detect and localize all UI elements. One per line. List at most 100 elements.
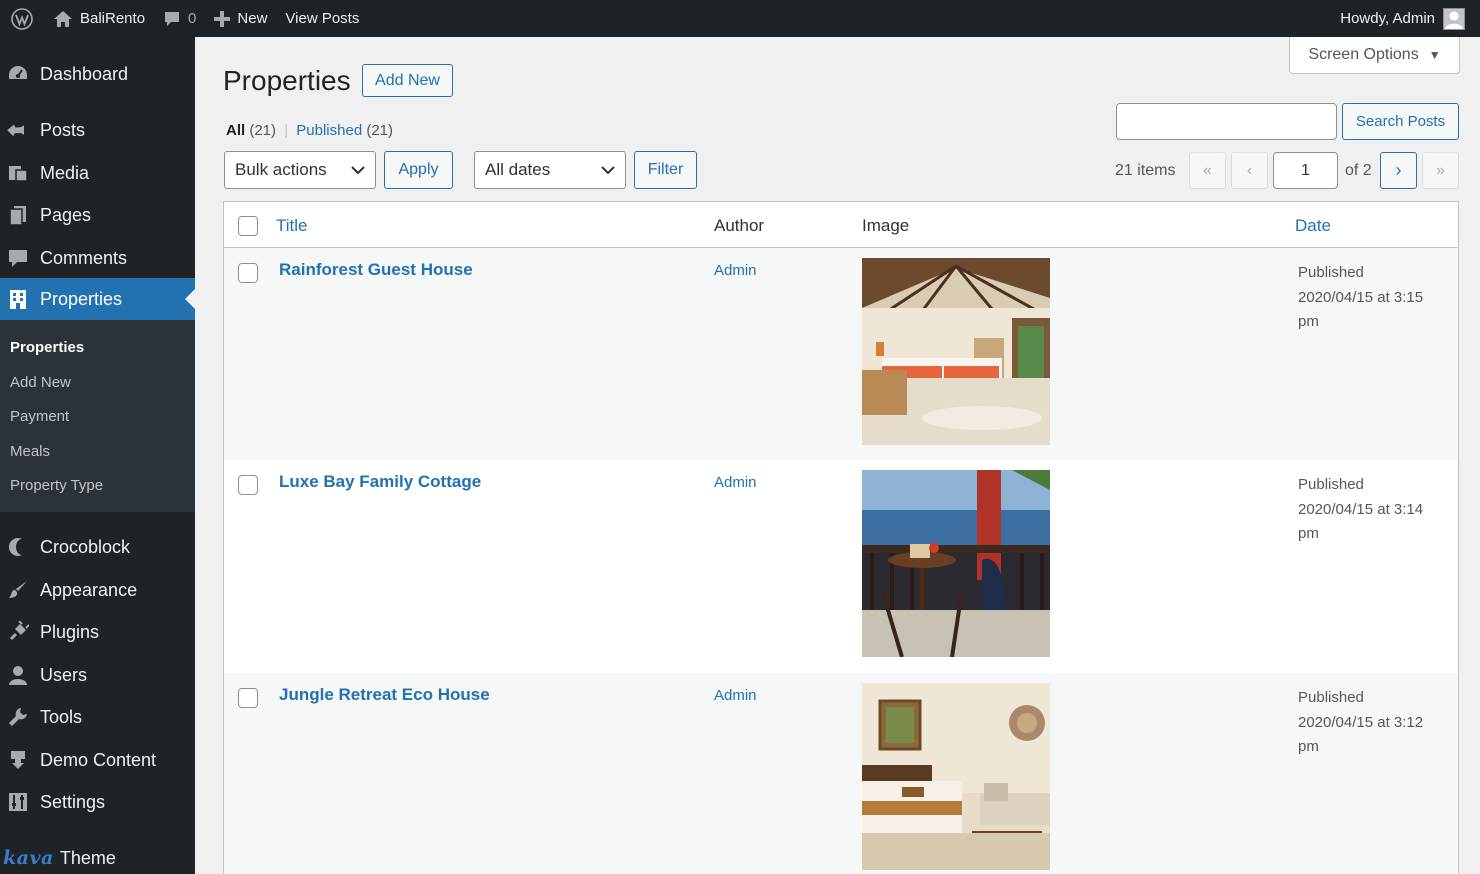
sidebar-item-users[interactable]: Users xyxy=(0,654,195,696)
sidebar-item-tools[interactable]: Tools xyxy=(0,696,195,738)
row-date-suffix: pm xyxy=(1298,738,1319,755)
sidebar-item-label: Posts xyxy=(40,119,86,140)
sidebar-item-label: Tools xyxy=(40,706,83,727)
sidebar-item-theme[interactable]: kava Theme xyxy=(0,837,195,874)
submenu-item-payment[interactable]: Payment xyxy=(10,408,69,425)
row-title-link[interactable]: Rainforest Guest House xyxy=(279,260,473,280)
row-date: Published 2020/04/15 at 3:12 pm xyxy=(1298,686,1448,760)
sidebar-item-appearance[interactable]: Appearance xyxy=(0,569,195,611)
caret-down-icon: ▼ xyxy=(1428,48,1441,62)
crocoblock-icon xyxy=(6,535,30,559)
table-row: Luxe Bay Family Cottage Admin Published … xyxy=(224,460,1458,672)
submenu-item-property-type[interactable]: Property Type xyxy=(10,477,103,494)
dates-select[interactable]: All dates xyxy=(474,151,626,189)
first-page-button: « xyxy=(1189,152,1226,189)
sidebar-item-label: Plugins xyxy=(40,621,100,642)
row-date-suffix: pm xyxy=(1298,525,1319,542)
view-posts-link[interactable]: View Posts xyxy=(276,0,368,37)
plus-icon xyxy=(214,10,231,27)
bulk-actions-select[interactable]: Bulk actions xyxy=(224,151,376,189)
sidebar-item-dashboard[interactable]: Dashboard xyxy=(0,53,195,95)
site-name: BaliRento xyxy=(80,10,146,27)
search-input[interactable] xyxy=(1116,103,1337,140)
last-page-button[interactable]: » xyxy=(1422,152,1459,189)
sidebar-item-label: Crocoblock xyxy=(40,536,131,557)
admin-sidebar: Dashboard Posts Media Pages Comments Pro… xyxy=(0,37,195,874)
properties-submenu: Properties Add New Payment Meals Propert… xyxy=(0,320,195,512)
sidebar-item-label: Media xyxy=(40,162,90,183)
column-date[interactable]: Date xyxy=(1295,216,1331,236)
wordpress-logo-icon[interactable] xyxy=(0,0,44,37)
sidebar-item-demo-content[interactable]: Demo Content xyxy=(0,739,195,781)
dashboard-icon xyxy=(6,62,30,86)
next-page-button[interactable]: › xyxy=(1380,152,1417,189)
row-author-link[interactable]: Admin xyxy=(714,262,757,279)
filter-published-link[interactable]: Published xyxy=(296,122,362,139)
row-checkbox[interactable] xyxy=(238,475,258,495)
view-posts-label: View Posts xyxy=(285,10,360,27)
submenu-item-meals[interactable]: Meals xyxy=(10,443,50,460)
new-content-link[interactable]: New xyxy=(205,0,276,37)
submenu-item-properties[interactable]: Properties xyxy=(10,339,84,356)
bulk-actions-value: Bulk actions xyxy=(235,160,327,179)
sidebar-item-properties[interactable]: Properties xyxy=(0,278,195,320)
row-checkbox[interactable] xyxy=(238,263,258,283)
row-author-link[interactable]: Admin xyxy=(714,474,757,491)
filter-separator: | xyxy=(284,122,289,139)
sidebar-item-media[interactable]: Media xyxy=(0,152,195,194)
wrench-icon xyxy=(6,705,30,729)
add-new-button[interactable]: Add New xyxy=(362,64,453,97)
home-icon xyxy=(53,10,73,28)
sidebar-item-label: Theme xyxy=(59,847,116,868)
suite-photo xyxy=(862,683,1050,870)
row-title-link[interactable]: Jungle Retreat Eco House xyxy=(279,685,490,705)
sidebar-item-plugins[interactable]: Plugins xyxy=(0,611,195,653)
prev-page-button: ‹ xyxy=(1231,152,1268,189)
account-menu[interactable]: Howdy, Admin xyxy=(1331,0,1474,37)
sidebar-item-crocoblock[interactable]: Crocoblock xyxy=(0,526,195,568)
properties-table: Title Author Image Date Rainforest Guest… xyxy=(223,201,1459,874)
column-title[interactable]: Title xyxy=(276,216,308,236)
sidebar-item-label: Appearance xyxy=(40,579,138,600)
filter-all-count: (21) xyxy=(249,122,277,139)
apply-button[interactable]: Apply xyxy=(384,151,453,189)
total-pages: of 2 xyxy=(1345,162,1372,179)
row-date: Published 2020/04/15 at 3:14 pm xyxy=(1298,473,1448,547)
row-status: Published xyxy=(1298,476,1364,493)
column-image: Image xyxy=(862,216,910,235)
row-title-link[interactable]: Luxe Bay Family Cottage xyxy=(279,472,481,492)
media-icon xyxy=(6,161,30,185)
howdy-text: Howdy, Admin xyxy=(1340,10,1435,27)
sidebar-item-settings[interactable]: Settings xyxy=(0,781,195,823)
select-all-checkbox[interactable] xyxy=(238,216,258,236)
brush-icon xyxy=(6,578,30,602)
submenu-item-add-new[interactable]: Add New xyxy=(10,374,71,391)
sidebar-item-label: Dashboard xyxy=(40,63,129,84)
comment-bubble-icon xyxy=(163,10,181,28)
sidebar-item-comments[interactable]: Comments xyxy=(0,237,195,279)
sidebar-item-pages[interactable]: Pages xyxy=(0,194,195,236)
screen-options-label: Screen Options xyxy=(1308,46,1419,63)
search-posts-button[interactable]: Search Posts xyxy=(1342,103,1459,140)
row-author-link[interactable]: Admin xyxy=(714,687,757,704)
terrace-photo xyxy=(862,470,1050,657)
row-status: Published xyxy=(1298,264,1364,281)
status-filters: All (21) | Published (21) xyxy=(226,122,393,139)
current-page-input[interactable]: 1 xyxy=(1273,152,1338,189)
comments-link[interactable]: 0 xyxy=(154,0,205,37)
filter-button[interactable]: Filter xyxy=(634,151,697,189)
main-content: Screen Options ▼ Properties Add New All … xyxy=(195,37,1480,874)
chevron-down-icon xyxy=(351,160,365,180)
user-icon xyxy=(6,663,30,687)
sidebar-item-label: Users xyxy=(40,664,88,685)
sliders-icon xyxy=(6,790,30,814)
sidebar-item-posts[interactable]: Posts xyxy=(0,109,195,151)
filter-all-link[interactable]: All xyxy=(226,122,245,139)
site-name-link[interactable]: BaliRento xyxy=(44,0,154,37)
pin-icon xyxy=(6,118,30,142)
screen-options-button[interactable]: Screen Options ▼ xyxy=(1289,37,1460,74)
table-row: Rainforest Guest House Admin Published 2… xyxy=(224,248,1458,460)
bedroom-photo xyxy=(862,258,1050,445)
row-checkbox[interactable] xyxy=(238,688,258,708)
kava-logo: kava xyxy=(3,847,54,869)
